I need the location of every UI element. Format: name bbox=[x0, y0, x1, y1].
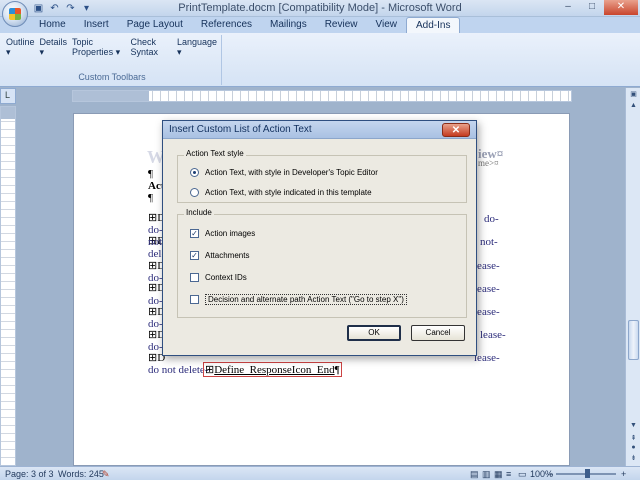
draft-view-icon[interactable]: ▭ bbox=[518, 469, 527, 480]
radio-selected-icon[interactable] bbox=[190, 168, 199, 177]
tab-references[interactable]: References bbox=[192, 17, 261, 33]
response-icon-end-field[interactable]: ⊞Define_ResponseIcon_End¶ bbox=[203, 362, 342, 377]
next-page-icon[interactable]: ⇟ bbox=[628, 454, 639, 464]
document-line: lease- bbox=[480, 329, 506, 341]
tab-page-layout[interactable]: Page Layout bbox=[118, 17, 192, 33]
ribbon: Outline ▾ Details ▾ Topic Properties ▾ C… bbox=[0, 33, 640, 87]
close-window-button[interactable]: ✕ bbox=[604, 0, 638, 15]
style-option-template[interactable]: Action Text, with style indicated in thi… bbox=[190, 188, 372, 197]
web-layout-icon[interactable]: ▦ bbox=[494, 469, 503, 480]
scroll-up-icon[interactable]: ▲ bbox=[628, 102, 639, 112]
document-line: lease- bbox=[474, 352, 500, 364]
checkbox-unchecked-icon[interactable] bbox=[190, 273, 199, 282]
pilcrow-mark: ¶ bbox=[148, 168, 153, 180]
pilcrow-mark: ¶ bbox=[148, 192, 153, 204]
tab-insert[interactable]: Insert bbox=[75, 17, 118, 33]
checkbox-checked-icon[interactable]: ✓ bbox=[190, 229, 199, 238]
document-line: lease- bbox=[474, 260, 500, 272]
scroll-thumb[interactable] bbox=[628, 320, 639, 360]
office-logo-icon bbox=[9, 8, 21, 20]
minimize-button[interactable]: – bbox=[556, 0, 580, 15]
dialog-title: Insert Custom List of Action Text bbox=[169, 124, 312, 135]
select-browse-object-icon[interactable]: ● bbox=[628, 444, 639, 454]
document-line: do- bbox=[484, 213, 499, 225]
ribbon-tabs: Home Insert Page Layout References Maili… bbox=[0, 17, 640, 33]
ruler-toggle-icon[interactable]: ▣ bbox=[628, 90, 639, 100]
field-marker: ⊞ bbox=[205, 364, 215, 376]
check-syntax-button[interactable]: Check Syntax bbox=[130, 37, 171, 58]
style-group-label: Action Text style bbox=[184, 149, 246, 158]
checkbox-unchecked-icon[interactable] bbox=[190, 295, 199, 304]
dialog-close-button[interactable]: ✕ bbox=[442, 123, 470, 137]
document-line: do not delete- bbox=[148, 364, 209, 376]
scroll-down-icon[interactable]: ▼ bbox=[628, 422, 639, 432]
tab-mailings[interactable]: Mailings bbox=[261, 17, 316, 33]
details-menu[interactable]: Details ▾ bbox=[40, 37, 68, 58]
topic-properties-menu[interactable]: Topic Properties ▾ bbox=[72, 37, 125, 58]
outline-view-icon[interactable]: ≡ bbox=[506, 469, 511, 479]
insert-action-text-dialog: Insert Custom List of Action Text ✕ Acti… bbox=[162, 120, 477, 356]
tab-review[interactable]: Review bbox=[316, 17, 367, 33]
document-line: lease- bbox=[474, 283, 500, 295]
document-tag-fragment: me>¤ bbox=[478, 158, 499, 168]
zoom-slider-thumb[interactable] bbox=[585, 469, 590, 478]
include-decision-paths[interactable]: Decision and alternate path Action Text … bbox=[190, 294, 407, 305]
include-action-images[interactable]: ✓ Action images bbox=[190, 229, 255, 238]
vertical-scrollbar[interactable]: ▣ ▲ ▼ ⇞ ● ⇟ bbox=[625, 88, 640, 466]
outline-menu[interactable]: Outline ▾ bbox=[6, 37, 35, 58]
document-line: not- bbox=[480, 236, 498, 248]
print-layout-icon[interactable]: ▤ bbox=[470, 469, 479, 480]
full-screen-reading-icon[interactable]: ▥ bbox=[482, 469, 491, 480]
page-count[interactable]: Page: 3 of 3 bbox=[5, 469, 54, 479]
horizontal-ruler[interactable] bbox=[72, 90, 572, 102]
cancel-button[interactable]: Cancel bbox=[411, 325, 465, 341]
action-text-style-group: Action Text style Action Text, with styl… bbox=[177, 149, 467, 203]
custom-toolbars-group: Outline ▾ Details ▾ Topic Properties ▾ C… bbox=[2, 35, 222, 85]
zoom-in-button[interactable]: + bbox=[621, 469, 626, 479]
proofing-icon[interactable]: ✎ bbox=[102, 469, 110, 480]
include-attachments[interactable]: ✓ Attachments bbox=[190, 251, 249, 260]
tab-selector[interactable] bbox=[0, 88, 16, 104]
group-label: Custom Toolbars bbox=[78, 72, 146, 82]
include-group-label: Include bbox=[184, 208, 214, 217]
checkbox-checked-icon[interactable]: ✓ bbox=[190, 251, 199, 260]
window-controls: – □ ✕ bbox=[556, 0, 638, 15]
window-title: PrintTemplate.docm [Compatibility Mode] … bbox=[178, 2, 462, 14]
radio-unselected-icon[interactable] bbox=[190, 188, 199, 197]
document-line: lease- bbox=[474, 306, 500, 318]
status-bar: Page: 3 of 3 Words: 245 ✎ ▤ ▥ ▦ ≡ ▭ 100%… bbox=[0, 466, 640, 480]
previous-page-icon[interactable]: ⇞ bbox=[628, 434, 639, 444]
vertical-ruler[interactable] bbox=[0, 106, 16, 466]
maximize-button[interactable]: □ bbox=[580, 0, 604, 15]
zoom-out-button[interactable]: – bbox=[548, 469, 553, 479]
include-group: Include ✓ Action images ✓ Attachments Co… bbox=[177, 208, 467, 318]
title-bar: ▣ ↶ ↷ ▾ PrintTemplate.docm [Compatibilit… bbox=[0, 0, 640, 17]
tab-home[interactable]: Home bbox=[30, 17, 75, 33]
include-context-ids[interactable]: Context IDs bbox=[190, 273, 247, 282]
dialog-title-bar[interactable]: Insert Custom List of Action Text ✕ bbox=[163, 121, 476, 139]
office-button[interactable] bbox=[2, 1, 28, 27]
word-count[interactable]: Words: 245 bbox=[58, 469, 104, 479]
tab-view[interactable]: View bbox=[367, 17, 407, 33]
tab-add-ins[interactable]: Add-Ins bbox=[406, 17, 461, 33]
language-menu[interactable]: Language ▾ bbox=[177, 37, 217, 58]
ok-button[interactable]: OK bbox=[347, 325, 401, 341]
style-option-developer[interactable]: Action Text, with style in Developer's T… bbox=[190, 168, 378, 177]
document-line: not bbox=[148, 236, 163, 248]
